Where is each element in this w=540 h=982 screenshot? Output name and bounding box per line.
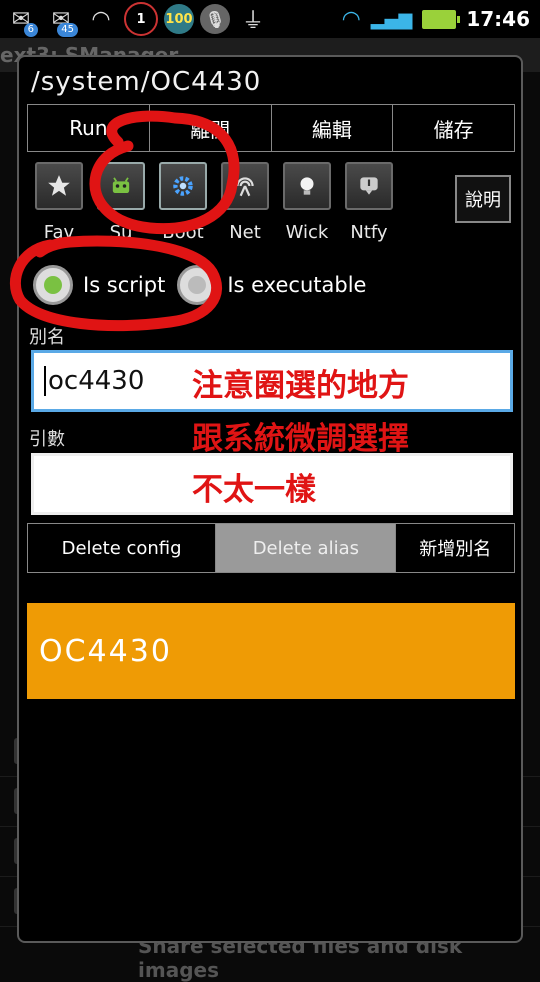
antenna-icon[interactable] (221, 162, 269, 210)
gear-icon[interactable] (159, 162, 207, 210)
delete-config-button[interactable]: Delete config (28, 524, 217, 572)
annotation-line-1: 注意圈選的地方 (192, 368, 409, 404)
run-button[interactable]: Run (28, 105, 150, 151)
status-bar: ✉ 6 ✉ 45 ◠ 1 100 🎙 ⏚ ◠ ▂▄▆ 17:46 (0, 0, 540, 38)
is-script-radio[interactable] (33, 265, 73, 305)
mail-icon: ✉ 45 (44, 3, 78, 37)
notify-icon[interactable] (345, 162, 393, 210)
text-caret (44, 366, 46, 396)
radio-selected-dot (44, 276, 62, 294)
add-alias-button[interactable]: 新增別名 (396, 524, 514, 572)
alias-item[interactable]: OC4430 (27, 603, 515, 699)
help-button[interactable]: 說明 (455, 175, 511, 223)
clock: 17:46 (466, 7, 530, 31)
category-label-fav: Fav (43, 222, 75, 243)
annotation-line-2: 跟系統微調選擇 (192, 421, 409, 457)
category-label-su: Su (109, 222, 133, 243)
arguments-label: 引數 (29, 429, 65, 450)
category-labels: Fav Su Boot Net Wick Ntfy (35, 222, 415, 243)
exit-button[interactable]: 離開 (150, 105, 272, 151)
alias-value: oc4430 (48, 366, 145, 396)
mail-badge: 45 (57, 23, 78, 37)
is-executable-radio[interactable] (177, 265, 218, 305)
wifi-icon: ◠ (341, 6, 361, 32)
speedometer-icon: ◠ (91, 6, 111, 32)
radio-unselected-dot (188, 276, 207, 294)
battery-icon (422, 9, 461, 29)
edit-button[interactable]: 編輯 (272, 105, 394, 151)
alias-label: 別名 (29, 327, 65, 348)
alarm-icon: 1 (124, 2, 158, 36)
mail-icon: ✉ 6 (4, 3, 38, 37)
category-label-wick: Wick (285, 222, 329, 243)
category-label-net: Net (229, 222, 261, 243)
action-tabs: Run 離開 編輯 儲存 (27, 104, 515, 152)
is-executable-label: Is executable (227, 273, 367, 297)
is-script-label: Is script (83, 273, 166, 297)
android-icon[interactable] (97, 162, 145, 210)
alias-button-row: Delete config Delete alias 新增別名 (27, 523, 515, 573)
category-label-ntfy: Ntfy (350, 222, 388, 243)
mail-badge: 6 (23, 23, 38, 37)
battery-percent-icon: 100 (164, 4, 194, 34)
alarm-count: 1 (136, 11, 146, 27)
dialog-title: /system/OC4430 (31, 67, 262, 97)
delete-alias-button[interactable]: Delete alias (216, 524, 397, 572)
category-buttons (35, 162, 405, 212)
star-icon[interactable] (35, 162, 83, 210)
script-type-radio-group: Is script Is executable (33, 262, 513, 308)
usb-icon: ⏚ (241, 9, 264, 34)
battery-percent: 100 (165, 11, 193, 27)
save-button[interactable]: 儲存 (393, 105, 514, 151)
annotation-line-3: 不太一樣 (192, 472, 316, 508)
microphone-icon: 🎙 (200, 4, 230, 34)
signal-icon: ▂▄▆ (370, 8, 413, 30)
lightbulb-icon[interactable] (283, 162, 331, 210)
category-label-boot: Boot (162, 222, 204, 243)
